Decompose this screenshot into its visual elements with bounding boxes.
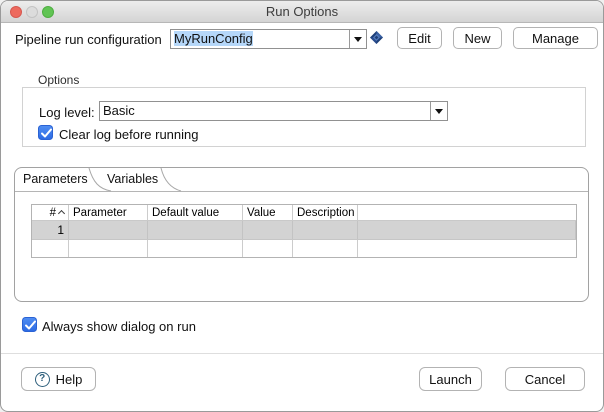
column-header-value[interactable]: Value [243,205,293,220]
clear-log-label: Clear log before running [59,127,198,142]
filler-cell[interactable] [358,221,576,239]
cancel-button[interactable]: Cancel [505,367,585,391]
footer-divider [1,353,604,354]
parameter-cell[interactable] [69,240,148,257]
table-row[interactable] [32,240,576,257]
value-cell[interactable] [243,221,293,239]
run-configuration-label: Pipeline run configuration [15,32,162,47]
sort-ascending-icon [58,210,65,217]
column-header-number[interactable]: # [32,205,69,220]
run-configuration-dropdown-button[interactable] [349,30,366,48]
column-header-description[interactable]: Description [293,205,358,220]
run-options-dialog: Run Options Pipeline run configuration M… [0,0,604,412]
always-show-dialog-label: Always show dialog on run [42,319,196,334]
log-level-value: Basic [103,102,427,120]
table-row[interactable]: 1 [32,221,576,240]
help-question-icon: ? [35,372,50,387]
column-header-default-value[interactable]: Default value [148,205,243,220]
row-number-cell[interactable] [32,240,69,257]
tab-parameters[interactable]: Parameters [23,172,88,186]
clear-log-checkbox[interactable] [38,125,53,140]
checkmark-icon [24,320,37,331]
options-group-title: Options [36,73,81,87]
chevron-down-icon [435,109,443,114]
run-configuration-value[interactable]: MyRunConfig [174,30,346,48]
chevron-down-icon [354,37,362,42]
description-cell[interactable] [293,240,358,257]
value-cell[interactable] [243,240,293,257]
default-value-cell[interactable] [148,240,243,257]
log-level-label: Log level: [39,105,95,120]
default-value-cell[interactable] [148,221,243,239]
run-configuration-combobox[interactable]: MyRunConfig [170,29,367,49]
log-level-dropdown-button[interactable] [430,102,447,120]
parameters-table: # Parameter Default value Value Descript… [31,204,577,258]
metadata-diamond-icon[interactable] [370,31,383,44]
checkmark-icon [40,128,53,139]
parameter-cell[interactable] [69,221,148,239]
always-show-dialog-checkbox[interactable] [22,317,37,332]
description-cell[interactable] [293,221,358,239]
row-number-cell[interactable]: 1 [32,221,69,239]
help-button-label: Help [56,372,83,387]
log-level-combobox[interactable]: Basic [99,101,448,121]
column-header-parameter[interactable]: Parameter [69,205,148,220]
column-header-filler [358,205,576,220]
help-button[interactable]: ? Help [21,367,96,391]
tab-variables[interactable]: Variables [107,172,158,186]
table-header-row[interactable]: # Parameter Default value Value Descript… [32,205,576,221]
manage-button[interactable]: Manage [513,27,598,49]
title-bar[interactable]: Run Options [1,1,603,23]
edit-button[interactable]: Edit [397,27,442,49]
filler-cell[interactable] [358,240,576,257]
launch-button[interactable]: Launch [419,367,482,391]
window-title: Run Options [1,1,603,23]
new-button[interactable]: New [453,27,502,49]
